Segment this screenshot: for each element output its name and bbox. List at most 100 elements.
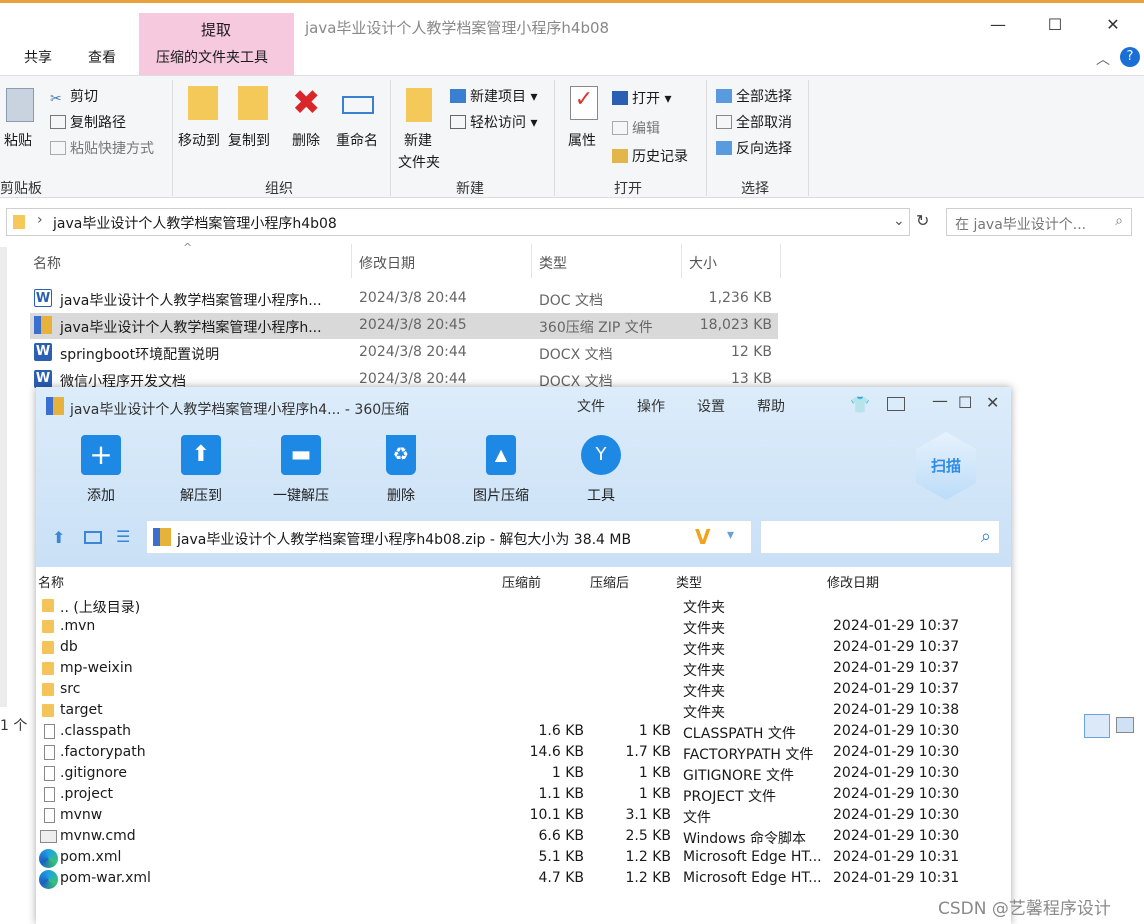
up-arrow-icon[interactable]: ⬆ <box>52 528 65 547</box>
help-icon[interactable]: ? <box>1120 47 1140 67</box>
edge-browser-icon <box>39 870 58 889</box>
select-all-button[interactable]: 全部选择 <box>716 86 792 106</box>
chevron-down-icon[interactable]: ▾ <box>727 527 734 543</box>
zip-file-row[interactable]: .classpath 1.6 KB 1 KB CLASSPATH 文件 2024-01-… <box>36 721 1011 742</box>
edit-button[interactable]: 编辑 <box>612 118 660 138</box>
archive-path-bar[interactable]: java毕业设计个人教学档案管理小程序h4b08.zip - 解包大小为 38.… <box>146 520 752 554</box>
new-folder-label-1: 新建 <box>404 133 432 149</box>
view-toggle-icon[interactable] <box>84 531 102 544</box>
refresh-icon[interactable]: ↻ <box>916 211 929 230</box>
zip-column-date[interactable]: 修改日期 <box>827 572 879 591</box>
zip-file-type: Microsoft Edge HT... <box>683 870 822 886</box>
zip-column-type[interactable]: 类型 <box>676 572 702 591</box>
feedback-icon[interactable] <box>887 397 905 411</box>
column-header-type[interactable]: 类型 <box>539 253 567 273</box>
chevron-down-icon[interactable]: ⌄ <box>893 213 905 229</box>
easy-access-button[interactable]: 轻松访问 ▾ <box>450 112 537 132</box>
zip-file-row[interactable]: .. (上级目录) 文件夹 <box>36 595 1011 616</box>
copy-path-button[interactable]: 复制路径 <box>50 112 126 132</box>
zip-file-row[interactable]: db 文件夹 2024-01-29 10:37 <box>36 637 1011 658</box>
paste-shortcut-icon <box>50 141 66 155</box>
tools-button[interactable]: Y 工具 <box>561 435 641 505</box>
address-bar[interactable]: › java毕业设计个人教学档案管理小程序h4b08 ⌄ <box>6 208 910 236</box>
column-header-name[interactable]: 名称 <box>33 253 61 273</box>
cut-button[interactable]: ✂ 剪切 <box>50 86 98 107</box>
scan-button[interactable]: 扫描 <box>916 432 976 500</box>
add-button[interactable]: + 添加 <box>61 435 141 505</box>
chevron-up-icon[interactable]: ︿ <box>1096 49 1110 69</box>
zip-delete-button[interactable]: ♻ 删除 <box>361 435 441 505</box>
zip-column-name[interactable]: 名称 <box>38 572 64 591</box>
zip-minimize-button[interactable]: — <box>932 391 948 410</box>
paste-button[interactable]: 粘贴 <box>4 130 32 150</box>
file-icon <box>44 808 55 823</box>
file-row[interactable]: java毕业设计个人教学档案管理小程序h... 2024/3/8 20:45 3… <box>30 313 778 339</box>
column-header-date[interactable]: 修改日期 <box>359 253 415 273</box>
select-none-button[interactable]: 全部取消 <box>716 112 792 132</box>
zip-file-row[interactable]: .factorypath 14.6 KB 1.7 KB FACTORYPATH 文件 2… <box>36 742 1011 763</box>
zip-file-row[interactable]: src 文件夹 2024-01-29 10:37 <box>36 679 1011 700</box>
zip-maximize-button[interactable]: ☐ <box>958 393 972 412</box>
tab-view[interactable]: 查看 <box>88 47 116 67</box>
list-view-icon[interactable]: ☰ <box>116 527 130 546</box>
search-input[interactable]: 在 java毕业设计个... ⌕ <box>946 208 1132 236</box>
zip-search-input[interactable]: ⌕ <box>760 520 1000 554</box>
file-row[interactable]: W springboot环境配置说明 2024/3/8 20:44 DOCX 文… <box>30 340 778 366</box>
select-none-label: 全部取消 <box>736 115 792 131</box>
column-divider[interactable] <box>681 244 682 278</box>
delete-button[interactable]: 删除 <box>292 130 320 150</box>
file-row[interactable]: W java毕业设计个人教学档案管理小程序h... 2024/3/8 20:44… <box>30 286 778 312</box>
properties-button[interactable]: 属性 <box>568 130 596 150</box>
close-button[interactable]: ✕ <box>1098 15 1128 35</box>
open-label: 打开 <box>632 91 660 107</box>
zip-file-row[interactable]: .project 1.1 KB 1 KB PROJECT 文件 2024-01-29 1… <box>36 784 1011 805</box>
column-divider[interactable] <box>531 244 532 278</box>
zip-file-row[interactable]: pom.xml 5.1 KB 1.2 KB Microsoft Edge HT... 2… <box>36 847 1011 868</box>
zip-file-row[interactable]: mvnw 10.1 KB 3.1 KB 文件 2024-01-29 10:30 <box>36 805 1011 826</box>
history-button[interactable]: 历史记录 <box>612 146 688 166</box>
zip-file-row[interactable]: mvnw.cmd 6.6 KB 2.5 KB Windows 命令脚本 2024-01-… <box>36 826 1011 847</box>
paste-shortcut-button[interactable]: 粘贴快捷方式 <box>50 138 154 158</box>
breadcrumb[interactable]: java毕业设计个人教学档案管理小程序h4b08 <box>53 213 337 233</box>
zip-close-button[interactable]: ✕ <box>986 393 999 412</box>
maximize-button[interactable]: ☐ <box>1040 15 1070 35</box>
zip-file-type: 文件夹 <box>683 642 725 658</box>
nav-pane-scrollbar[interactable] <box>0 247 7 707</box>
zip-file-row[interactable]: .mvn 文件夹 2024-01-29 10:37 <box>36 616 1011 637</box>
invert-selection-button[interactable]: 反向选择 <box>716 138 792 158</box>
tab-compressed-folder-tools[interactable]: 压缩的文件夹工具 <box>156 47 268 67</box>
new-folder-button[interactable]: 新建 文件夹 <box>398 130 440 172</box>
column-divider[interactable] <box>780 244 781 278</box>
open-button[interactable]: 打开 ▾ <box>612 88 671 108</box>
zip-file-date: 2024-01-29 10:37 <box>833 639 960 655</box>
invert-selection-label: 反向选择 <box>736 141 792 157</box>
zip-column-after[interactable]: 压缩后 <box>590 572 629 591</box>
zip-file-row[interactable]: .gitignore 1 KB 1 KB GITIGNORE 文件 2024-01-29… <box>36 763 1011 784</box>
menu-help[interactable]: 帮助 <box>757 396 785 416</box>
tab-share[interactable]: 共享 <box>24 47 52 67</box>
new-item-button[interactable]: 新建项目 ▾ <box>450 86 537 106</box>
zip-file-row[interactable]: pom-war.xml 4.7 KB 1.2 KB Microsoft Edge HT… <box>36 868 1011 889</box>
details-view-icon[interactable] <box>1084 714 1110 738</box>
copy-to-button[interactable]: 复制到 <box>228 130 270 150</box>
zip-file-row[interactable]: target 文件夹 2024-01-29 10:38 <box>36 700 1011 721</box>
large-icons-view-icon[interactable] <box>1116 717 1134 733</box>
zip-file-name: pom.xml <box>60 849 122 865</box>
zip-file-row[interactable]: mp-weixin 文件夹 2024-01-29 10:37 <box>36 658 1011 679</box>
menu-operation[interactable]: 操作 <box>637 396 665 416</box>
skin-shirt-icon[interactable]: 👕 <box>850 395 870 414</box>
easy-access-icon <box>450 115 466 129</box>
one-click-extract-button[interactable]: ▬ 一键解压 <box>261 435 341 505</box>
move-to-button[interactable]: 移动到 <box>178 130 220 150</box>
column-divider[interactable] <box>351 244 352 278</box>
rename-button[interactable]: 重命名 <box>336 130 378 150</box>
image-compress-button[interactable]: ▲ 图片压缩 <box>461 435 541 505</box>
zip-column-before[interactable]: 压缩前 <box>502 572 541 591</box>
extract-to-button[interactable]: ⬆ 解压到 <box>161 435 241 505</box>
menu-settings[interactable]: 设置 <box>697 396 725 416</box>
vip-v-icon[interactable]: V <box>695 525 710 549</box>
column-header-size[interactable]: 大小 <box>689 253 717 273</box>
zip-file-type: Windows 命令脚本 <box>683 831 806 847</box>
menu-file[interactable]: 文件 <box>577 396 605 416</box>
minimize-button[interactable]: — <box>983 15 1013 35</box>
